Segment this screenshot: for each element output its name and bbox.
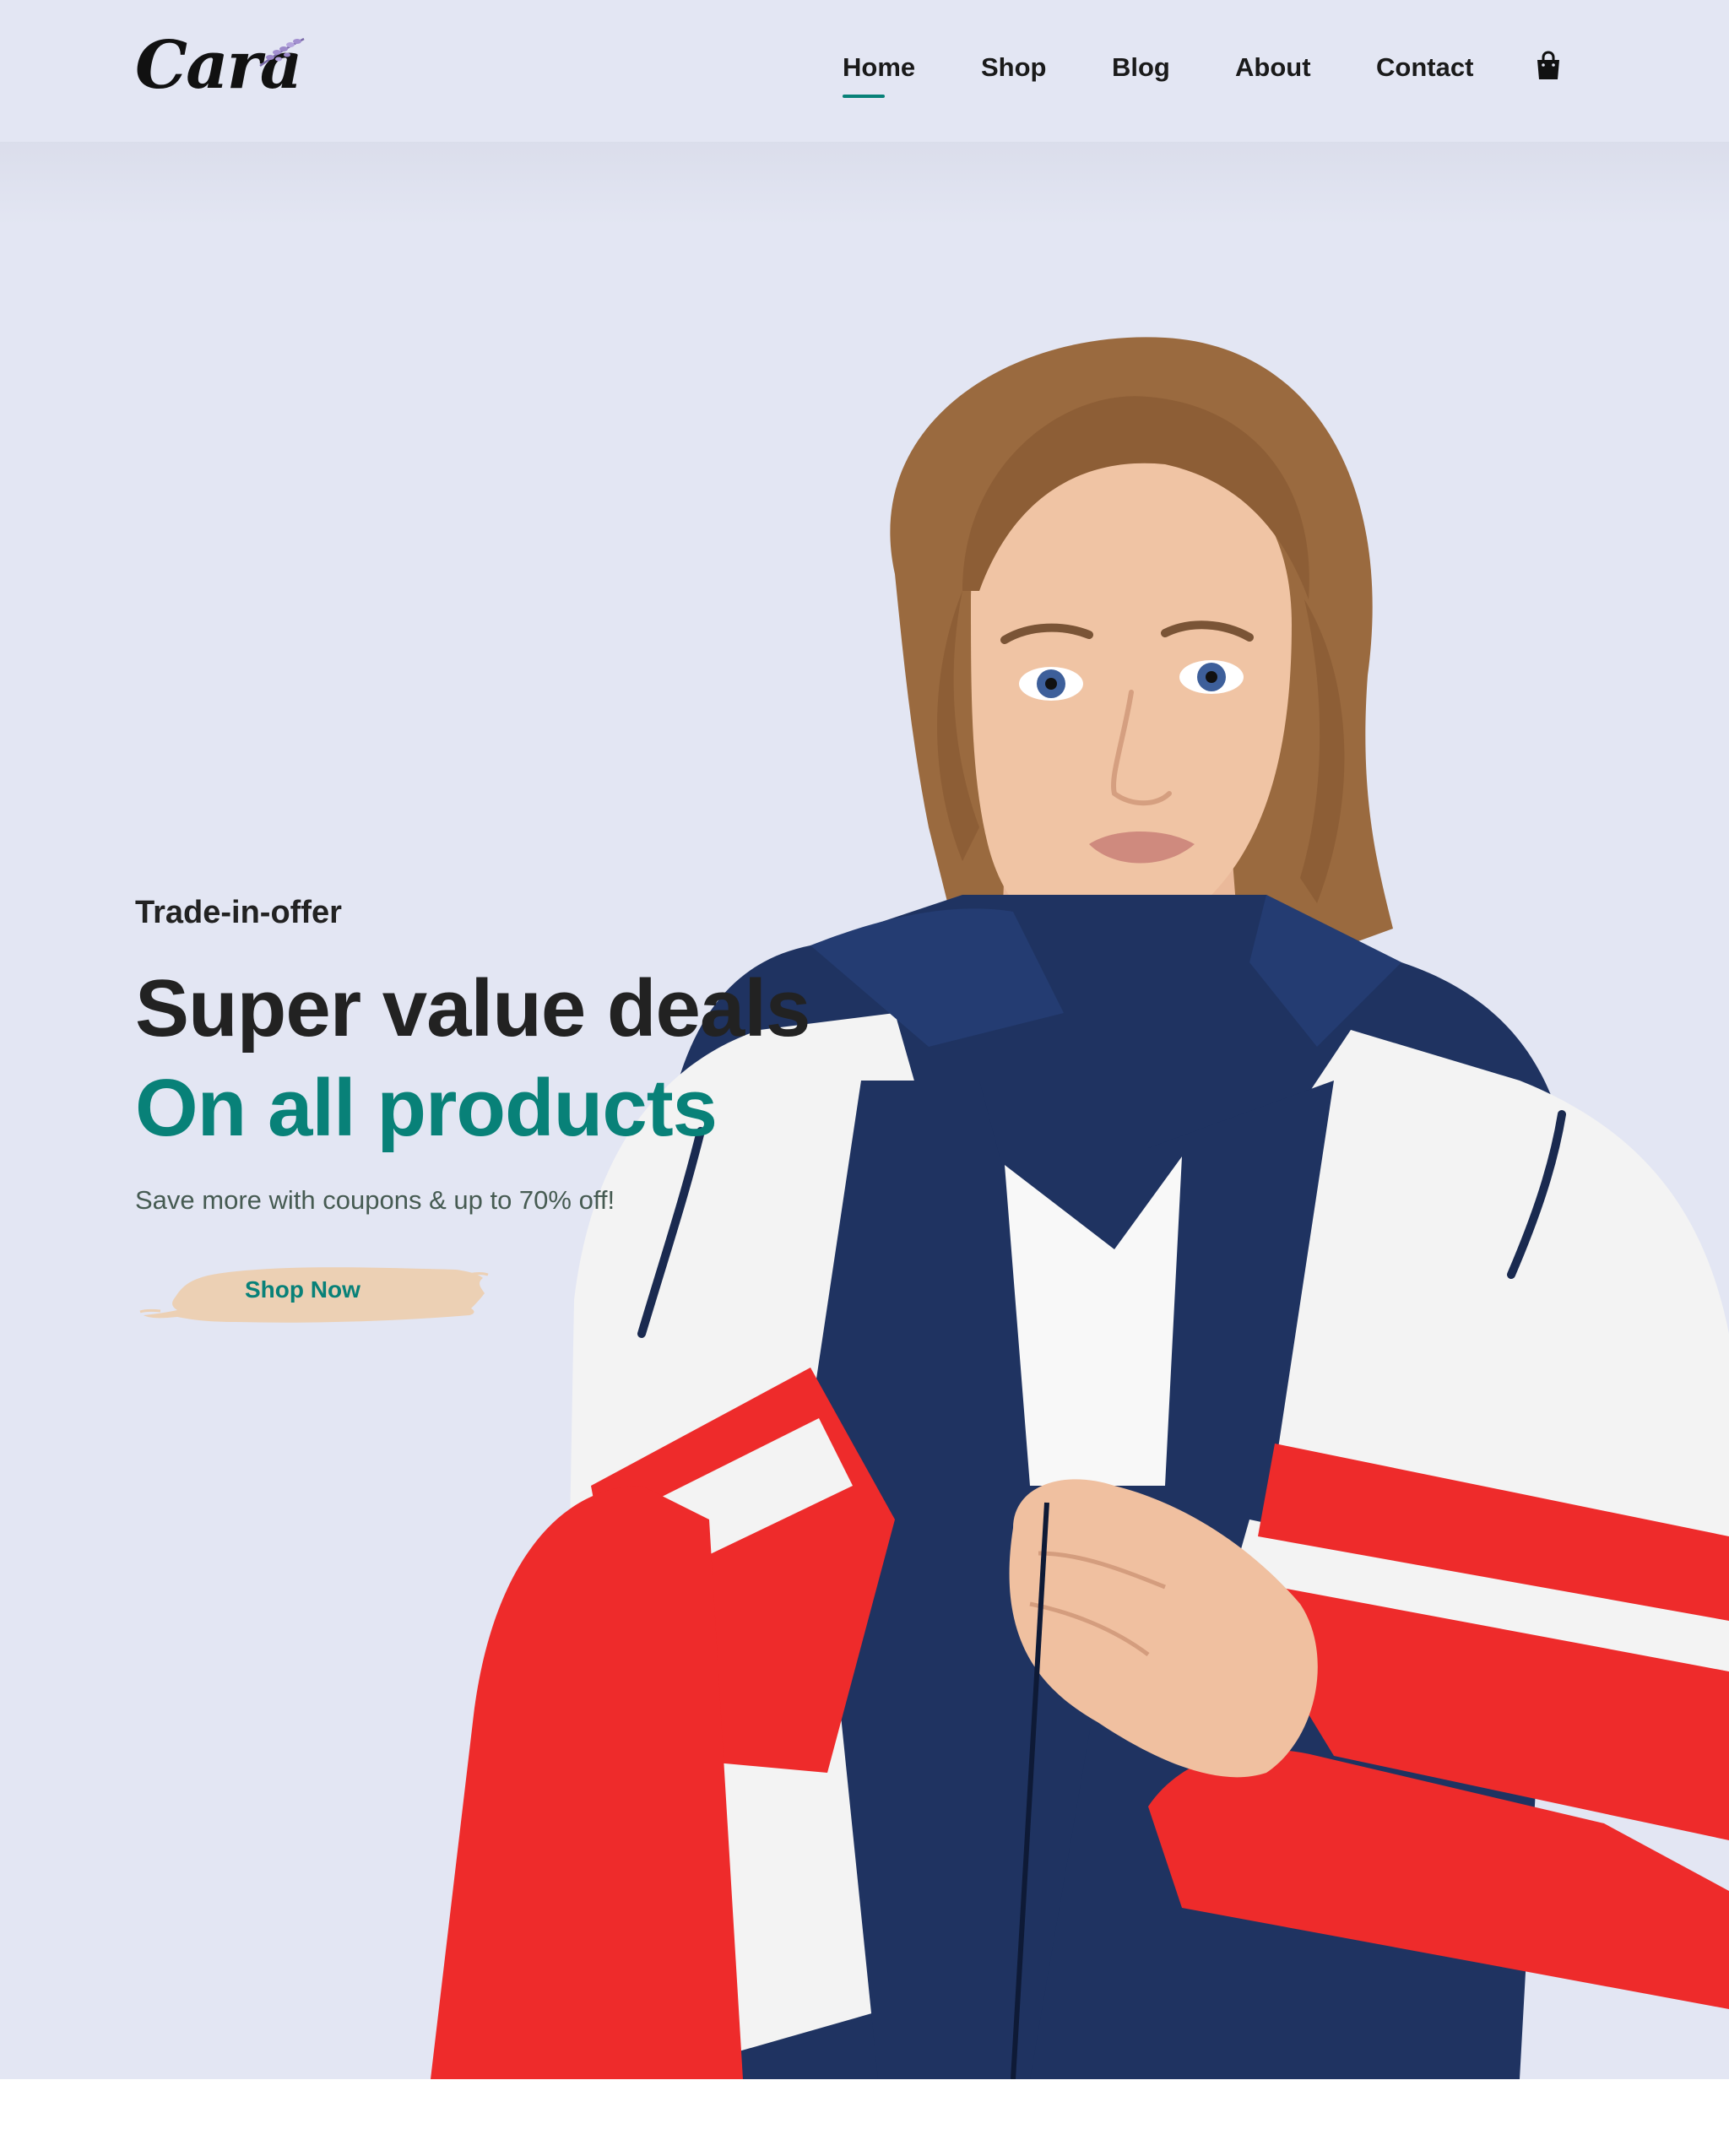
shop-now-label: Shop Now [245,1276,360,1303]
nav-active-indicator [843,95,885,98]
nav-blog[interactable]: Blog [1112,52,1170,83]
hero-content: Trade-in-offer Super value deals On all … [135,895,895,1334]
shop-now-button[interactable]: Shop Now [135,1249,490,1334]
nav-contact[interactable]: Contact [1376,52,1473,83]
hero-highlight: On all products [135,1063,718,1153]
site-header: Cara Home Shop Blog About Contact [0,0,1729,142]
nav-shop[interactable]: Shop [981,52,1047,83]
hero-headline: Super value deals [135,963,810,1054]
header-shadow [0,142,1729,226]
page: Cara Home Shop Blog About Contact Trade-… [0,0,1729,2156]
shopping-bag-icon[interactable] [1535,51,1562,81]
nav-home[interactable]: Home [843,52,915,83]
hero-eyebrow: Trade-in-offer [135,895,342,930]
hero-subtext: Save more with coupons & up to 70% off! [135,1185,615,1215]
main-nav: Home Shop Blog About Contact [0,51,1729,103]
nav-about[interactable]: About [1235,52,1311,83]
